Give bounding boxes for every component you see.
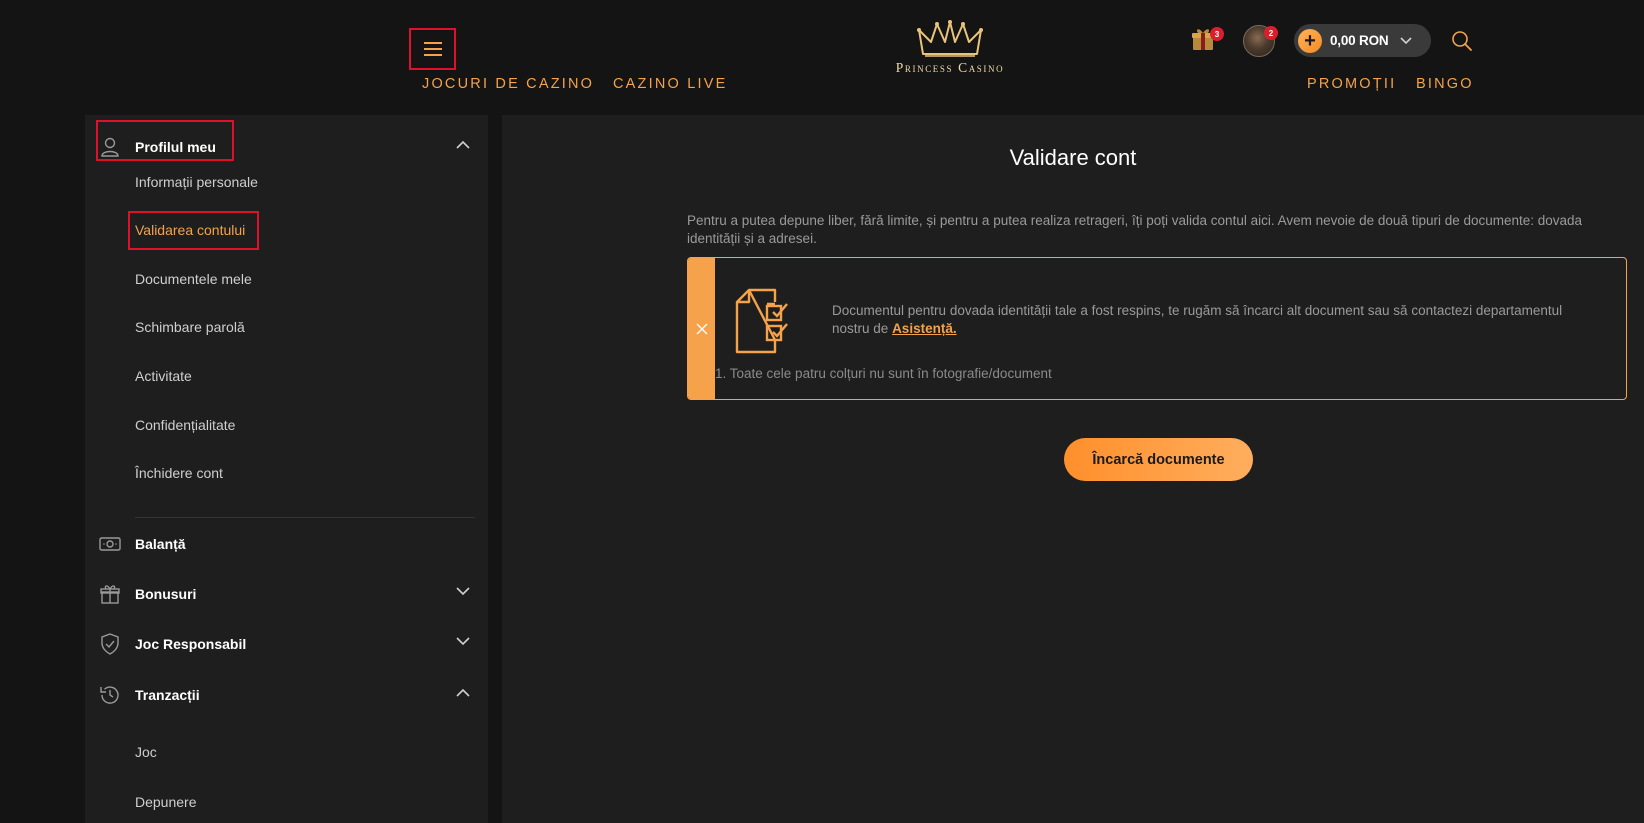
chevron-up-icon [456,140,470,149]
logo[interactable]: Princess Casino [870,20,1030,90]
balance-amount: 0,00 RON [1330,33,1389,48]
logo-text: Princess Casino [895,60,1005,75]
sidebar-divider [135,517,475,518]
shield-check-icon [101,633,119,655]
sidebar-section-profile-label: Profilul meu [135,139,216,155]
sidebar-section-bonuses[interactable]: Bonusuri [85,572,488,616]
nav-live-casino[interactable]: CAZINO LIVE [613,76,727,92]
sidebar-item-change-password[interactable]: Schimbare parolă [135,319,245,335]
sidebar-item-deposit[interactable]: Depunere [135,794,197,810]
sidebar-item-close-account[interactable]: Închidere cont [135,465,223,481]
gift-count-badge: 3 [1210,27,1224,41]
crown-icon [917,20,983,57]
chevron-down-icon [456,637,470,646]
support-link[interactable]: Asistență. [892,321,957,336]
sidebar-section-bonuses-label: Bonusuri [135,586,197,602]
deposit-plus-icon[interactable]: + [1298,28,1322,53]
sidebar-section-balance-label: Balanță [135,536,186,552]
top-header: JOCURI DE CAZINO CAZINO LIVE Princess Ca… [0,0,1644,110]
chevron-up-icon [456,688,470,697]
page-title: Validare cont [1009,145,1137,170]
rejection-alert: Documentul pentru dovada identității tal… [687,257,1627,400]
dismiss-alert-button[interactable] [688,258,715,399]
intro-text: Pentru a putea depune liber, fără limite… [687,213,1583,246]
balance-dropdown[interactable]: + 0,00 RON [1294,24,1431,57]
sidebar-section-responsible-gaming[interactable]: Joc Responsabil [85,622,488,666]
sidebar-section-profile[interactable]: Profilul meu [85,125,488,169]
rejection-reason: 1. Toate cele patru colțuri nu sunt în f… [715,366,1052,381]
sidebar-item-account-validation[interactable]: Validarea contului [135,222,245,238]
hamburger-icon [423,42,442,56]
chevron-down-icon [456,587,470,596]
gift-button[interactable]: 3 [1190,26,1224,56]
sidebar-section-transactions-label: Tranzacții [135,687,200,703]
gift-outline-icon [100,585,120,604]
nav-bingo[interactable]: BINGO [1416,76,1474,92]
search-icon [1452,31,1472,51]
menu-button[interactable] [409,28,456,70]
sidebar-item-activity[interactable]: Activitate [135,368,192,384]
nav-promotions[interactable]: PROMOȚII [1307,76,1396,92]
upload-documents-button[interactable]: Încarcă documente [1064,438,1253,481]
chevron-down-icon [1400,36,1413,44]
avatar-count-badge: 2 [1264,26,1278,40]
sidebar-section-balance[interactable]: Balanță [85,522,488,566]
sidebar-item-game-transactions[interactable]: Joc [135,744,157,760]
alert-message: Documentul pentru dovada identității tal… [832,302,1592,338]
sidebar-item-my-documents[interactable]: Documentele mele [135,271,252,287]
sidebar-section-responsible-gaming-label: Joc Responsabil [135,636,247,652]
sidebar-item-privacy[interactable]: Confidențialitate [135,417,235,433]
cash-icon [99,537,121,551]
close-icon [696,323,707,334]
sidebar-item-personal-info[interactable]: Informații personale [135,174,258,190]
nav-casino-games[interactable]: JOCURI DE CAZINO [422,76,594,92]
sidebar-section-transactions[interactable]: Tranzacții [85,673,488,717]
history-icon [100,686,119,704]
main-content: Validare cont Pentru a putea depune libe… [502,115,1644,823]
avatar[interactable]: 2 [1243,25,1278,57]
account-sidebar: Profilul meu Informații personale Valida… [85,115,488,823]
search-button[interactable] [1451,30,1475,54]
user-icon [101,137,119,157]
document-check-icon [735,288,788,354]
